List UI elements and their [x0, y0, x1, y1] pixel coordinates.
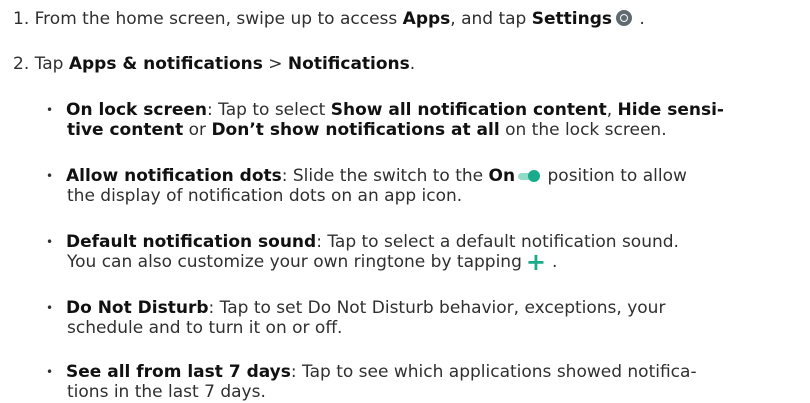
list-item-lock-screen: • On lock screen: Tap to select Show all… — [46, 100, 794, 140]
item-title: On lock screen — [66, 100, 208, 120]
plus-icon: + — [525, 248, 546, 276]
apps-label: Apps — [402, 9, 451, 29]
step-text: From the home screen, swipe up to access — [34, 9, 403, 29]
list-item-notification-dots: • Allow notification dots: Slide the swi… — [46, 166, 794, 206]
bullet: • — [46, 169, 54, 183]
item-title: Do Not Disturb — [66, 298, 209, 318]
step-text: > — [262, 54, 288, 74]
item-text: : Tap to select — [207, 100, 331, 120]
item-text: or — [183, 120, 212, 140]
step-text: Tap — [34, 54, 69, 74]
list-item-do-not-disturb: • Do Not Disturb: Tap to set Do Not Dist… — [46, 298, 794, 338]
item-title: Allow notification dots — [66, 166, 282, 186]
toggle-switch-on-icon — [518, 170, 541, 182]
settings-label: Settings — [531, 9, 613, 29]
item-text: : Tap to see which applications showed n… — [290, 362, 697, 382]
option-label: tive content — [67, 120, 184, 140]
bullet: • — [46, 365, 54, 379]
on-label: On — [488, 166, 516, 186]
step-number: 1. — [13, 9, 30, 29]
bullet: • — [46, 301, 54, 315]
step-1: 1. From the home screen, swipe up to acc… — [13, 9, 645, 29]
list-item-see-all: • See all from last 7 days: Tap to see w… — [46, 362, 794, 402]
item-title: Default notification sound — [66, 232, 317, 252]
step-text: . — [634, 9, 645, 29]
step-text: , and tap — [450, 9, 532, 29]
item-text: : Tap to select a default notification s… — [316, 232, 679, 252]
item-text: position to allow — [542, 166, 687, 186]
bullet: • — [46, 235, 54, 249]
option-label: Show all notification content — [330, 100, 607, 120]
option-label: Don’t show notifications at all — [211, 120, 500, 140]
notifications-label: Notifications — [287, 54, 410, 74]
item-text: tions in the last 7 days. — [67, 382, 266, 402]
option-label: Hide sensi- — [617, 100, 724, 120]
step-text: . — [409, 54, 416, 74]
item-text: : Slide the switch to the — [281, 166, 489, 186]
settings-gear-icon — [616, 10, 633, 26]
item-text: the display of notification dots on an a… — [67, 186, 463, 206]
item-text: You can also customize your own ringtone… — [67, 252, 522, 272]
item-text: on the lock screen. — [499, 120, 667, 140]
list-item-notification-sound: • Default notification sound: Tap to sel… — [46, 232, 794, 276]
item-title: See all from last 7 days — [66, 362, 291, 382]
item-text: schedule and to turn it on or off. — [67, 318, 343, 338]
item-text: . — [551, 252, 558, 272]
item-text: , — [606, 100, 618, 120]
step-2: 2. Tap Apps & notifications > Notificati… — [13, 54, 415, 74]
item-text: : Tap to set Do Not Disturb behavior, ex… — [208, 298, 666, 318]
apps-notifications-label: Apps & notifications — [68, 54, 263, 74]
step-number: 2. — [13, 54, 30, 74]
bullet: • — [46, 103, 54, 117]
